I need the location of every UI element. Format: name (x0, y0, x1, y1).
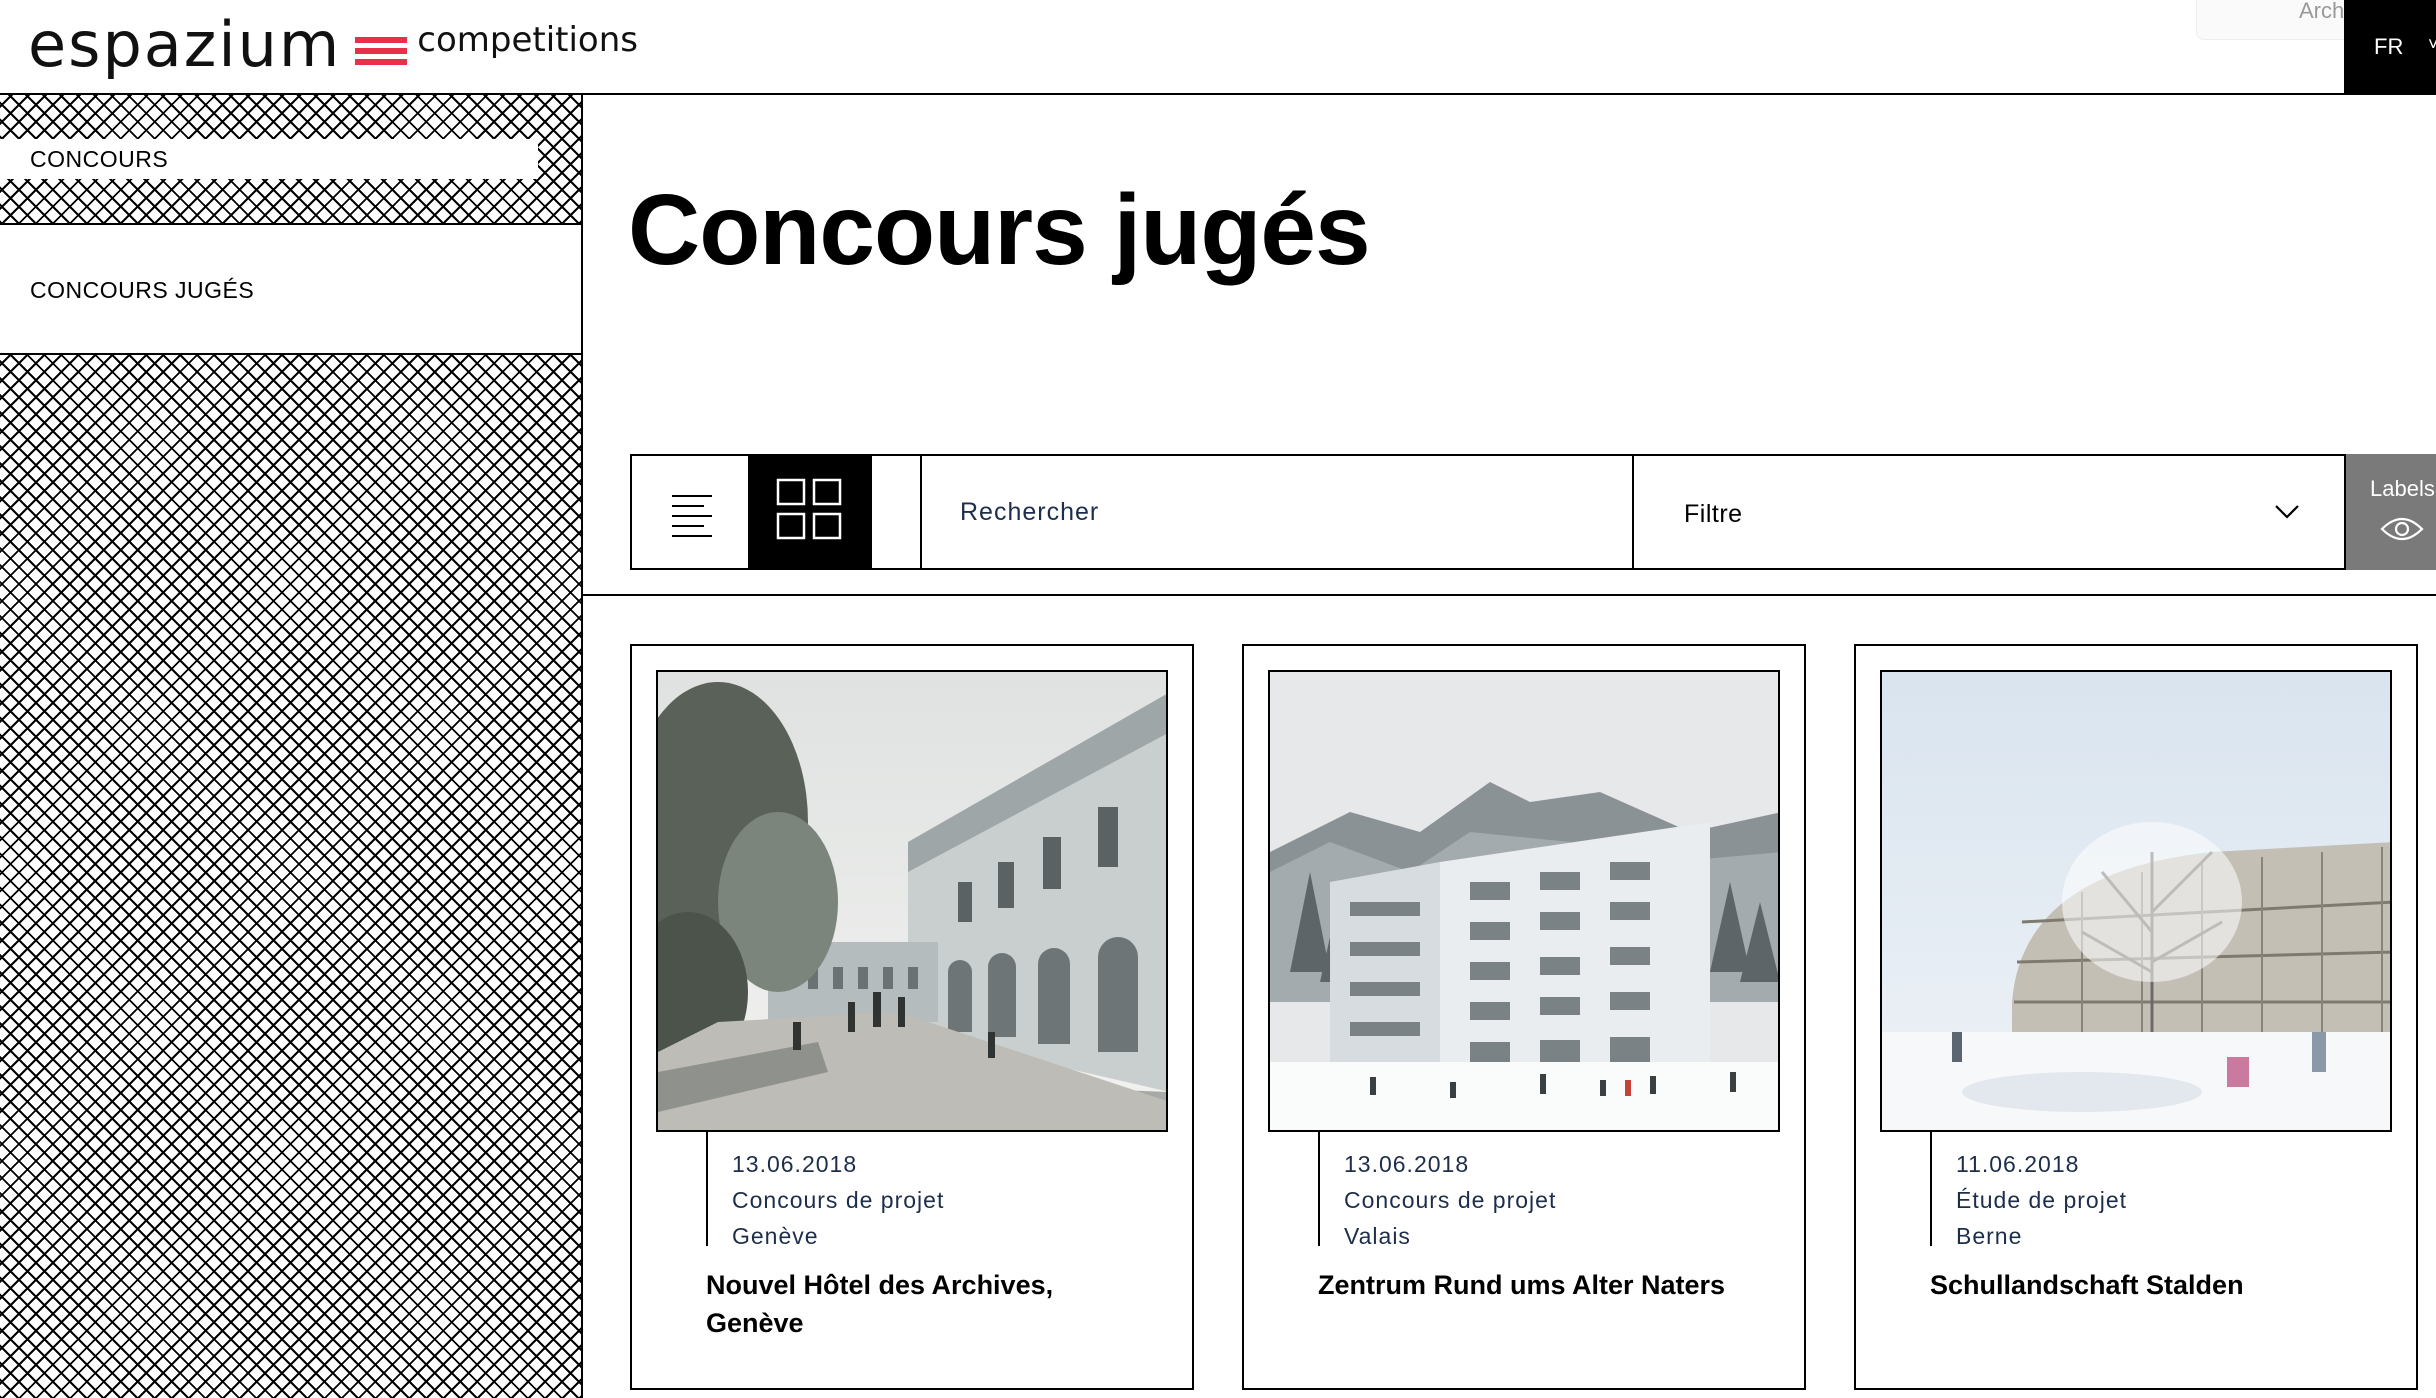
card-meta: 11.06.2018 Étude de projet Berne (1930, 1132, 2370, 1249)
language-selector[interactable]: FR ˅ (2344, 0, 2436, 95)
building-illustration (1270, 672, 1778, 1130)
filter-label: Filtre (1684, 500, 1743, 528)
eye-icon (2380, 517, 2424, 541)
card-image[interactable] (656, 670, 1168, 1132)
list-view-button[interactable] (630, 454, 750, 570)
card-date: 11.06.2018 (1956, 1151, 2080, 1177)
card-type: Concours de projet (732, 1187, 945, 1213)
sidebar-item-concours[interactable]: CONCOURS (0, 139, 538, 179)
language-label: FR (2374, 34, 2404, 59)
section-divider (583, 594, 2436, 596)
chevron-down-icon: ˅ (2428, 34, 2436, 54)
filter-dropdown[interactable]: Filtre (1632, 454, 2346, 570)
sidebar-item-concours-juges[interactable]: CONCOURS JUGÉS (30, 277, 254, 304)
card-type: Concours de projet (1344, 1187, 1557, 1213)
site-logo[interactable]: espazium competitions (28, 10, 638, 80)
card-date: 13.06.2018 (1344, 1151, 1470, 1177)
toolbar-spacer (872, 454, 922, 570)
card-date: 13.06.2018 (732, 1151, 858, 1177)
site-header: espazium competitions Architects' Jo FR … (0, 0, 2436, 95)
card-meta: 13.06.2018 Concours de projet Genève (706, 1132, 1146, 1249)
card-meta: 13.06.2018 Concours de projet Valais (1318, 1132, 1758, 1249)
card-place: Valais (1344, 1223, 1411, 1249)
logo-subtitle: competitions (417, 20, 638, 60)
search-input[interactable] (922, 456, 1632, 568)
grid-view-icon (776, 478, 842, 540)
building-illustration (658, 672, 1166, 1130)
grid-view-button[interactable] (748, 454, 872, 570)
search-field[interactable] (920, 454, 1632, 570)
competition-card[interactable]: 13.06.2018 Concours de projet Genève Nou… (630, 644, 1194, 1390)
page-title: Concours jugés (628, 174, 1371, 286)
card-title[interactable]: Schullandschaft Stalden (1930, 1266, 2370, 1304)
sidebar-pattern-top: CONCOURS (0, 95, 581, 225)
card-place: Berne (1956, 1223, 2023, 1249)
logo-bars-icon (355, 37, 408, 65)
chevron-down-icon (2275, 505, 2299, 519)
list-view-icon (672, 495, 712, 537)
labels-toggle-button[interactable]: Labels (2346, 454, 2436, 570)
competition-card[interactable]: 13.06.2018 Concours de projet Valais Zen… (1242, 644, 1806, 1390)
competition-card[interactable]: 11.06.2018 Étude de projet Berne Schulla… (1854, 644, 2418, 1390)
card-type: Étude de projet (1956, 1187, 2128, 1213)
card-title[interactable]: Zentrum Rund ums Alter Naters (1318, 1266, 1758, 1304)
building-illustration (1882, 672, 2390, 1130)
logo-word: espazium (28, 8, 342, 81)
card-title[interactable]: Nouvel Hôtel des Archives, Genève (706, 1266, 1146, 1342)
labels-label: Labels (2370, 476, 2435, 501)
card-place: Genève (732, 1223, 819, 1249)
card-image[interactable] (1268, 670, 1780, 1132)
sidebar: CONCOURS CONCOURS JUGÉS (0, 95, 583, 1398)
card-image[interactable] (1880, 670, 2392, 1132)
sidebar-pattern-bottom (0, 353, 581, 1398)
